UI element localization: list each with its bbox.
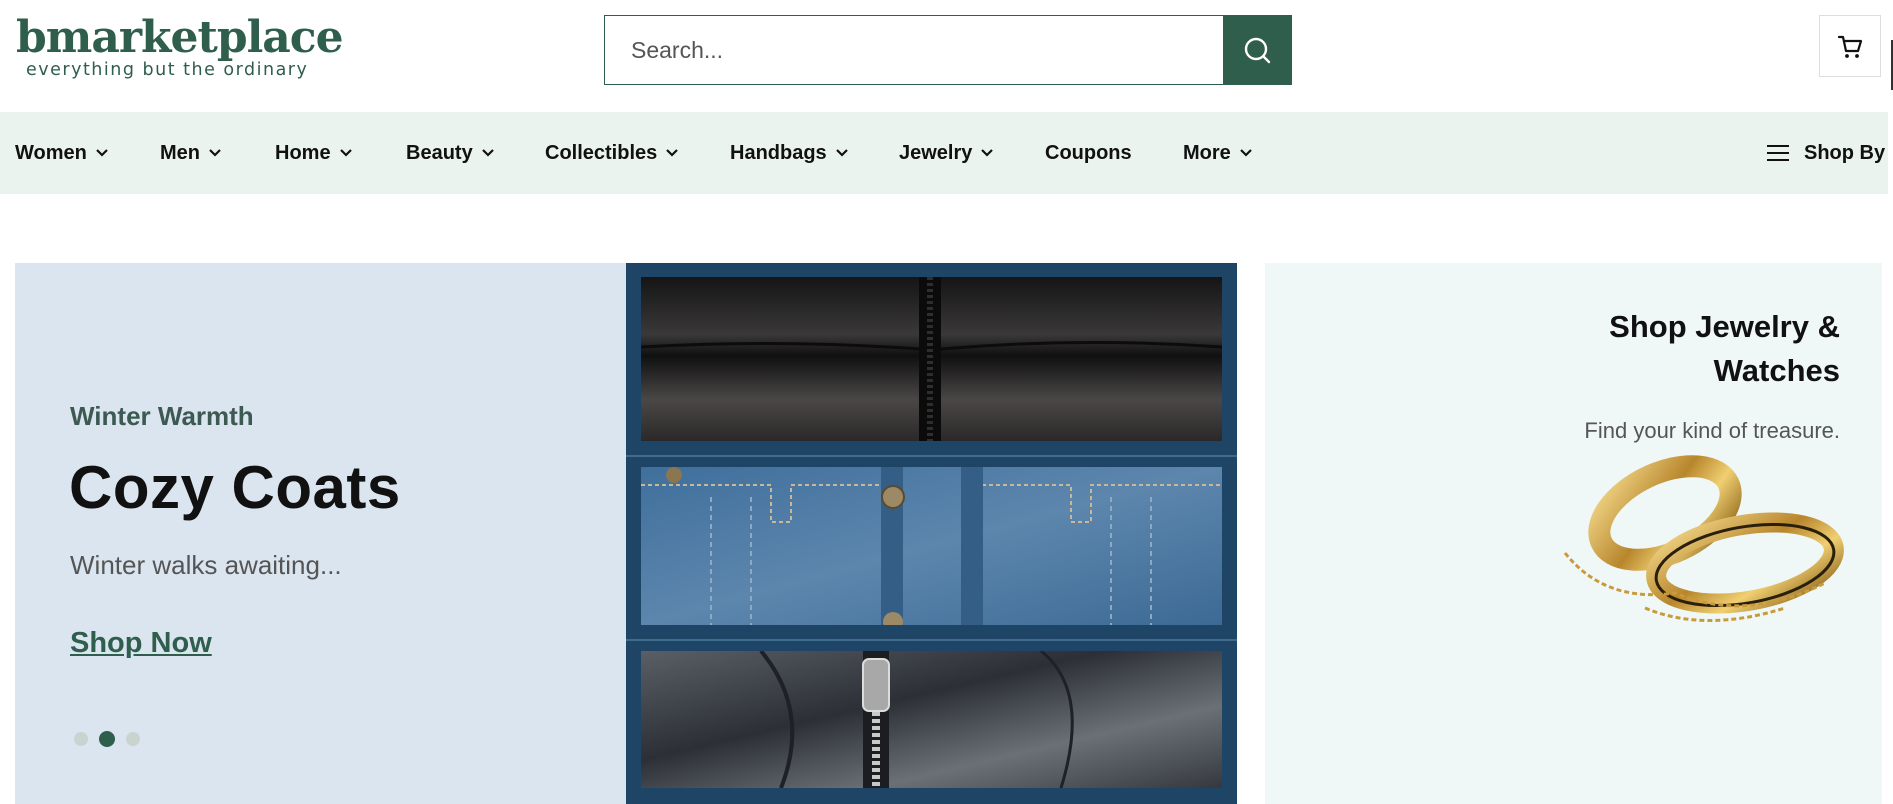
- nav-item-handbags[interactable]: Handbags: [730, 112, 849, 194]
- search-button[interactable]: [1223, 16, 1291, 84]
- chevron-down-icon: [835, 149, 848, 157]
- hero-banner: Winter Warmth Cozy Coats Winter walks aw…: [15, 263, 1237, 804]
- chevron-down-icon: [981, 149, 994, 157]
- nav-item-label: Men: [160, 141, 200, 164]
- nav-item-label: Home: [275, 141, 331, 164]
- nav-item-collectibles[interactable]: Collectibles: [545, 112, 679, 194]
- hero-subtitle: Winter walks awaiting...: [70, 550, 342, 580]
- nav-item-jewelry[interactable]: Jewelry: [899, 112, 994, 194]
- nav-item-coupons[interactable]: Coupons: [1045, 112, 1132, 194]
- chevron-down-icon: [339, 149, 352, 157]
- collage-divider: [626, 639, 1237, 641]
- promo-title: Shop Jewelry & Watches: [1609, 309, 1840, 388]
- nav-item-label: Jewelry: [899, 141, 973, 164]
- logo-wordmark: bmarketplace: [16, 12, 344, 63]
- denim-jacket-image: [641, 467, 1222, 625]
- carousel-dots: [74, 731, 140, 747]
- cart-button[interactable]: [1819, 15, 1881, 77]
- search-input[interactable]: [605, 16, 1223, 84]
- nav-item-beauty[interactable]: Beauty: [406, 112, 495, 194]
- main-nav: Women Men Home Beauty Collectibles Handb…: [0, 112, 1888, 194]
- puffer-coat-image: [641, 277, 1222, 441]
- carousel-dot-active[interactable]: [99, 731, 115, 747]
- cart-icon: [1837, 35, 1863, 58]
- nav-item-men[interactable]: Men: [160, 112, 222, 194]
- nav-item-label: Handbags: [730, 141, 827, 164]
- chevron-down-icon: [481, 149, 494, 157]
- gold-bangles-image: [1563, 455, 1844, 622]
- carousel-dot[interactable]: [126, 732, 140, 746]
- search-bar: [604, 15, 1292, 85]
- site-header: bmarketplace everything but the ordinary: [0, 0, 1893, 112]
- chevron-down-icon: [209, 149, 221, 157]
- hamburger-icon: [1767, 145, 1789, 161]
- nav-item-label: Women: [15, 141, 87, 164]
- jewelry-promo[interactable]: Shop Jewelry & Watches Find your kind of…: [1265, 263, 1882, 804]
- leather-jacket-image: [641, 651, 1222, 788]
- hero-title: Cozy Coats: [69, 454, 401, 521]
- chevron-down-icon: [96, 149, 108, 157]
- shop-by-button[interactable]: Shop By: [1766, 112, 1885, 194]
- shop-now-link[interactable]: Shop Now: [70, 627, 212, 660]
- nav-item-label: Beauty: [406, 141, 473, 164]
- nav-item-home[interactable]: Home: [275, 112, 353, 194]
- nav-item-label: More: [1183, 141, 1231, 164]
- nav-item-label: Coupons: [1045, 141, 1132, 164]
- search-icon: [1244, 37, 1271, 64]
- nav-item-women[interactable]: Women: [15, 112, 109, 194]
- chevron-down-icon: [1240, 149, 1252, 157]
- nav-item-label: Collectibles: [545, 141, 658, 164]
- logo-tagline: everything but the ordinary: [26, 60, 309, 80]
- shop-by-label: Shop By: [1804, 141, 1886, 164]
- chevron-down-icon: [666, 149, 679, 157]
- nav-item-more[interactable]: More: [1183, 112, 1253, 194]
- coat-collage: [626, 263, 1237, 804]
- hero-eyebrow: Winter Warmth: [70, 401, 254, 431]
- carousel-dot[interactable]: [74, 732, 88, 746]
- site-logo[interactable]: bmarketplace everything but the ordinary: [16, 12, 344, 84]
- collage-divider: [626, 455, 1237, 457]
